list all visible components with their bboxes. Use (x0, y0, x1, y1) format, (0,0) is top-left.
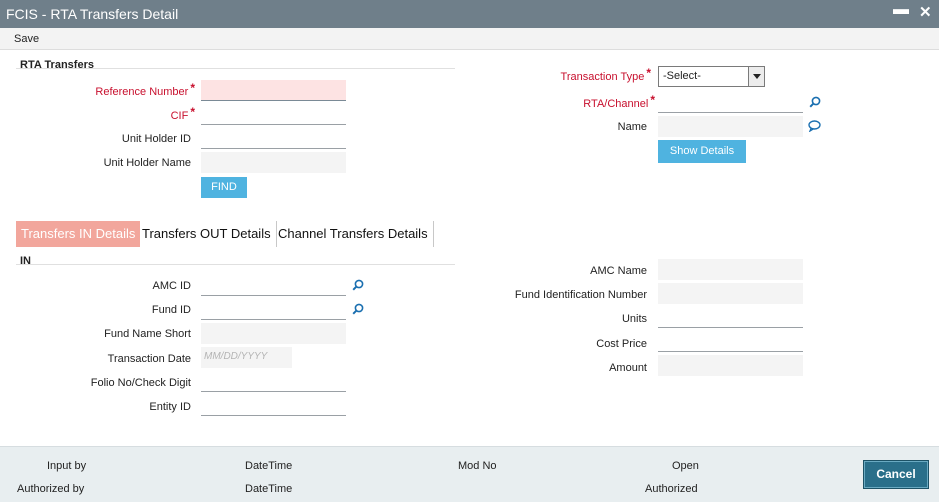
cancel-button[interactable]: Cancel (863, 460, 929, 489)
entity-id-input[interactable] (201, 395, 346, 416)
minimize-icon[interactable]: ▬ (893, 1, 909, 19)
show-details-button[interactable]: Show Details (658, 140, 746, 163)
amc-id-label: AMC ID (152, 280, 192, 292)
transaction-type-select[interactable]: -Select- (658, 66, 765, 87)
chevron-down-icon[interactable] (748, 67, 764, 86)
tab-transfers-in-details[interactable]: Transfers IN Details (16, 221, 141, 247)
fund-id-label: Fund ID (151, 304, 191, 316)
amount-label: Amount (609, 362, 647, 374)
in-section-divider (16, 264, 455, 265)
rta-channel-input[interactable] (658, 92, 803, 113)
folio-input[interactable] (201, 371, 346, 392)
cif-input[interactable] (201, 104, 346, 125)
menu-bar: Save (0, 28, 939, 50)
transaction-date-label: Transaction Date (107, 353, 191, 365)
name-field (658, 116, 803, 137)
rta-section-divider (16, 68, 455, 69)
folio-label: Folio No/Check Digit (90, 377, 191, 389)
find-button[interactable]: FIND (201, 177, 247, 198)
audit-footer: Input by DateTime Mod No Open Authorized… (0, 446, 939, 502)
amc-name-field (658, 259, 803, 280)
rta-section-title: RTA Transfers (20, 59, 94, 71)
close-icon[interactable]: ✕ (919, 3, 932, 21)
fund-id-input[interactable] (201, 299, 346, 320)
cif-label: CIF * (170, 105, 195, 122)
name-label: Name (617, 121, 647, 133)
unit-holder-id-label: Unit Holder ID (121, 133, 191, 145)
window-titlebar: FCIS - RTA Transfers Detail ▬ ✕ (0, 0, 939, 28)
reference-number-label: Reference Number * (95, 81, 195, 98)
fund-identification-number-field (658, 283, 803, 304)
unit-holder-name-field (201, 152, 346, 173)
entity-id-label: Entity ID (149, 401, 191, 413)
open-status-label: Open (672, 460, 699, 472)
in-section-title: IN (20, 255, 31, 267)
search-icon[interactable] (352, 279, 364, 291)
fund-identification-number-label: Fund Identification Number (514, 289, 647, 301)
transaction-type-label: Transaction Type * (560, 66, 651, 83)
search-icon[interactable] (352, 303, 364, 315)
authorized-datetime-label: DateTime (245, 483, 293, 495)
transaction-date-field: MM/DD/YYYY (201, 347, 292, 368)
reference-number-input[interactable] (201, 80, 346, 101)
authorized-by-label: Authorized by (17, 483, 85, 495)
window-title: FCIS - RTA Transfers Detail (6, 6, 179, 22)
units-label: Units (621, 313, 647, 325)
search-icon[interactable] (809, 96, 821, 108)
tab-transfers-out-details[interactable]: Transfers OUT Details (137, 221, 277, 247)
amc-name-label: AMC Name (590, 265, 647, 277)
mod-no-label: Mod No (458, 460, 497, 472)
units-input[interactable] (658, 307, 803, 328)
chat-icon[interactable] (808, 120, 821, 132)
amc-id-input[interactable] (201, 275, 346, 296)
amount-field (658, 355, 803, 376)
input-by-label: Input by (47, 460, 87, 472)
tab-channel-transfers-details[interactable]: Channel Transfers Details (273, 221, 434, 247)
authorized-status-label: Authorized (645, 483, 698, 495)
unit-holder-name-label: Unit Holder Name (103, 157, 191, 169)
transaction-type-value: -Select- (663, 70, 701, 82)
input-datetime-label: DateTime (245, 460, 293, 472)
rta-channel-label: RTA/Channel * (583, 93, 655, 110)
cost-price-label: Cost Price (596, 338, 647, 350)
fund-name-short-label: Fund Name Short (104, 328, 191, 340)
save-menu-item[interactable]: Save (14, 33, 39, 45)
unit-holder-id-input[interactable] (201, 128, 346, 149)
cost-price-input[interactable] (658, 331, 803, 352)
fund-name-short-field (201, 323, 346, 344)
